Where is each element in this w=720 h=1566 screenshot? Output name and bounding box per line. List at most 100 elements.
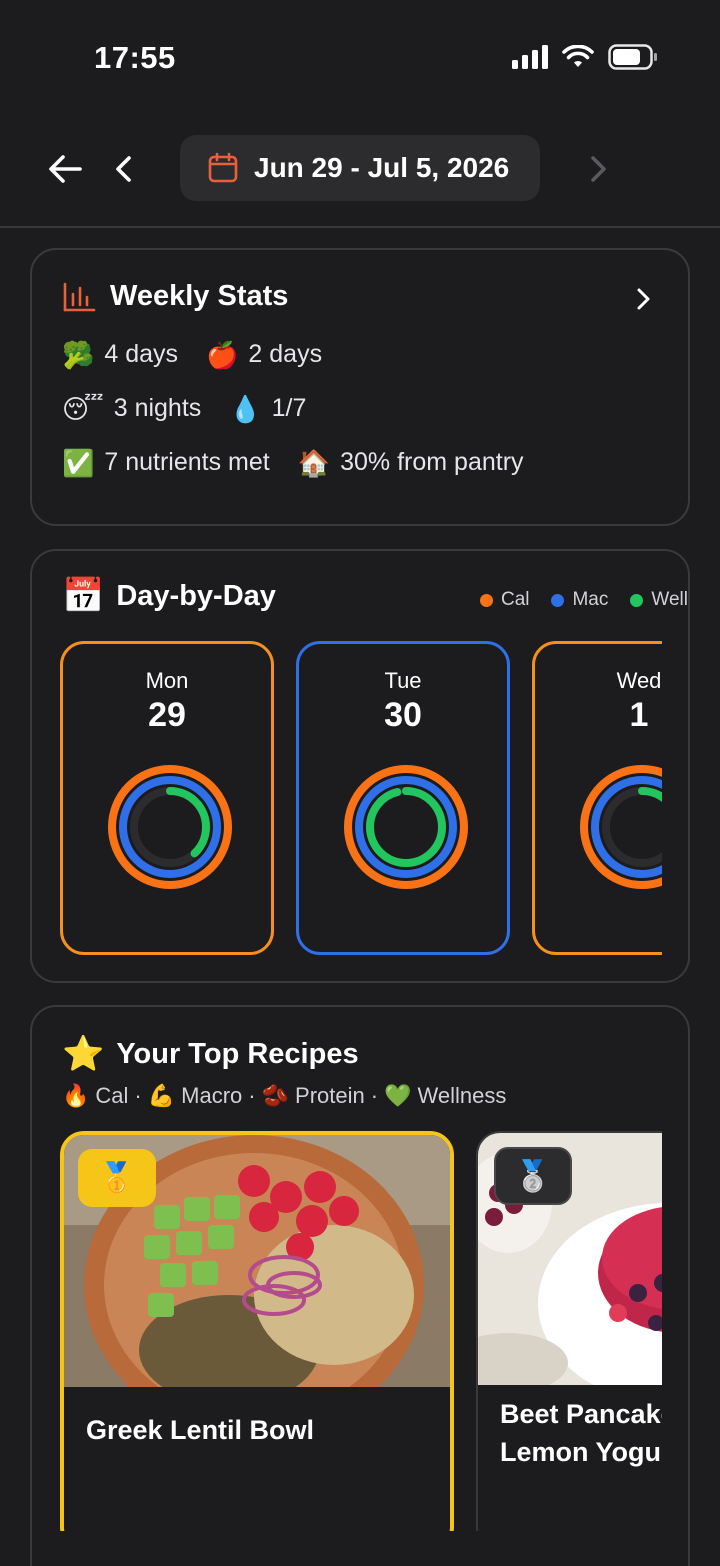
day-name: Wed — [616, 668, 662, 693]
broccoli-icon: 🥦 — [62, 339, 95, 370]
stats-row-3: ✅ 7 nutrients met 🏠 30% from pantry — [62, 448, 524, 477]
legend-macro-label: Macro — [181, 1083, 243, 1108]
calorie-ring — [108, 765, 232, 889]
day-tile-wed[interactable]: Wed 1 — [532, 641, 662, 955]
stat-fruit-value: 2 days — [248, 340, 323, 368]
silver-medal-icon: 🥈 — [514, 1159, 552, 1193]
ring-legend: Cal Mac Well — [479, 589, 688, 611]
status-bar: 17:55 — [0, 0, 720, 120]
stat-vegetables-value: 4 days — [104, 340, 179, 368]
status-icons — [512, 44, 658, 70]
check-mark-icon: ✅ — [62, 447, 95, 478]
activity-rings — [580, 765, 662, 889]
calorie-ring — [344, 765, 468, 889]
gold-medal-badge: 🥇 — [78, 1149, 156, 1207]
calendar-icon — [208, 152, 238, 183]
day-by-day-header: 📅 Day-by-Day — [62, 579, 276, 613]
top-recipes-card: ⭐ Your Top Recipes 🔥 Cal · 💪 Macro · 🫘 P… — [30, 1005, 690, 1566]
legend-well-dot — [630, 593, 644, 607]
star-icon: ⭐ — [62, 1035, 105, 1073]
top-recipes-title: Your Top Recipes — [116, 1037, 359, 1070]
recipe-name-line: Greek Lentil Bowl — [86, 1415, 315, 1445]
day-tile-tue[interactable]: Tue 30 — [296, 641, 510, 955]
weekly-stats-title: Weekly Stats — [110, 280, 289, 312]
legend-cal-label: Cal — [500, 589, 530, 610]
activity-rings — [344, 765, 468, 889]
silver-medal-badge: 🥈 — [494, 1147, 572, 1205]
day-by-day-title: Day-by-Day — [116, 579, 276, 612]
previous-week-chevron-icon[interactable] — [110, 150, 138, 188]
recipe-photo: 🥈 — [478, 1133, 662, 1385]
stat-sleep-value: 3 nights — [113, 394, 202, 422]
recipe-tile-1[interactable]: 🥇 Greek Lentil Bowl — [60, 1131, 454, 1531]
top-recipes-header: ⭐ Your Top Recipes — [62, 1037, 359, 1071]
recipes-scroller[interactable]: 🥇 Greek Lentil Bowl 🥈 Beet Pancak Lemon … — [60, 1131, 662, 1531]
wifi-icon — [562, 45, 594, 67]
stat-pantry-value: 30% from pantry — [340, 448, 524, 476]
recipe-photo: 🥇 — [64, 1135, 450, 1387]
recipe-name: Beet Pancakes Lemon Yogurt — [500, 1395, 662, 1471]
legend-separator: · — [370, 1083, 379, 1108]
beans-icon: 🫘 — [261, 1083, 290, 1108]
stat-water-value: 1/7 — [271, 394, 307, 422]
legend-wellness-label: Wellness — [417, 1083, 507, 1108]
calendar-date-icon: 📅 — [62, 577, 105, 615]
legend-cal-label: Cal — [95, 1083, 129, 1108]
day-tiles-scroller[interactable]: Mon 29 Tue 30 Wed 1 — [60, 641, 662, 957]
stat-sleep: 😴 3 nights — [62, 394, 201, 423]
legend-mac: Mac — [551, 589, 608, 611]
day-by-day-card: 📅 Day-by-Day Cal Mac Well Mon 29 Tue 30 … — [30, 549, 690, 983]
stat-nutrients: ✅ 7 nutrients met — [62, 448, 270, 477]
stats-row-1: 🥦 4 days 🍎 2 days — [62, 340, 322, 369]
status-time: 17:55 — [94, 40, 176, 75]
day-tile-mon[interactable]: Mon 29 — [60, 641, 274, 955]
recipe-name: Greek Lentil Bowl — [86, 1411, 314, 1449]
stat-pantry: 🏠 30% from pantry — [298, 448, 524, 477]
stat-water: 💧 1/7 — [229, 394, 306, 423]
bar-chart-icon — [63, 282, 96, 311]
fire-icon: 🔥 — [62, 1083, 90, 1108]
date-range-selector[interactable]: Jun 29 - Jul 5, 2026 — [180, 135, 540, 201]
weekly-stats-card[interactable]: Weekly Stats 🥦 4 days 🍎 2 days 😴 3 night… — [30, 248, 690, 526]
stat-vegetables: 🥦 4 days — [62, 340, 178, 369]
recipe-score-legend: 🔥 Cal · 💪 Macro · 🫘 Protein · 💚 Wellness — [62, 1083, 506, 1109]
day-number: 1 — [629, 696, 649, 734]
recipe-tile-2[interactable]: 🥈 Beet Pancakes Lemon Yogurt — [476, 1131, 662, 1531]
stats-row-2: 😴 3 nights 💧 1/7 — [62, 394, 306, 423]
recipe-name-line: Beet Pancakes — [500, 1399, 662, 1429]
battery-icon — [608, 44, 657, 70]
chevron-right-icon[interactable] — [634, 286, 652, 312]
day-number: 29 — [148, 696, 186, 734]
legend-mac-label: Mac — [572, 589, 609, 610]
date-range-label: Jun 29 - Jul 5, 2026 — [254, 152, 510, 183]
day-number: 30 — [384, 696, 422, 734]
stat-fruit: 🍎 2 days — [206, 340, 322, 369]
gold-medal-icon: 🥇 — [98, 1161, 136, 1195]
next-week-chevron-icon — [591, 156, 606, 182]
wellness-ring — [366, 787, 446, 867]
legend-cal: Cal — [479, 589, 530, 611]
header-divider — [0, 226, 720, 228]
legend-protein-label: Protein — [295, 1083, 365, 1108]
day-name: Mon — [145, 668, 189, 693]
legend-separator: · — [248, 1083, 256, 1108]
green-heart-icon: 💚 — [384, 1083, 412, 1108]
sleeping-face-icon: 😴 — [62, 393, 104, 424]
cellular-signal-icon — [512, 45, 548, 69]
house-icon: 🏠 — [297, 447, 331, 478]
activity-rings — [108, 765, 232, 889]
day-name: Tue — [384, 668, 422, 693]
weekly-stats-header: Weekly Stats — [62, 280, 288, 313]
legend-mac-dot — [551, 593, 565, 607]
apple-icon: 🍎 — [206, 339, 239, 370]
flexed-biceps-icon: 💪 — [147, 1083, 176, 1108]
water-drop-icon: 💧 — [229, 393, 262, 424]
legend-well: Well — [630, 589, 688, 611]
legend-well-label: Well — [651, 589, 688, 610]
stat-nutrients-value: 7 nutrients met — [104, 448, 270, 476]
wellness-ring-track — [602, 787, 662, 867]
legend-cal-dot — [479, 593, 493, 607]
back-arrow-icon[interactable] — [46, 150, 84, 188]
legend-separator: · — [134, 1083, 142, 1108]
recipe-name-line: Lemon Yogurt — [500, 1437, 662, 1467]
